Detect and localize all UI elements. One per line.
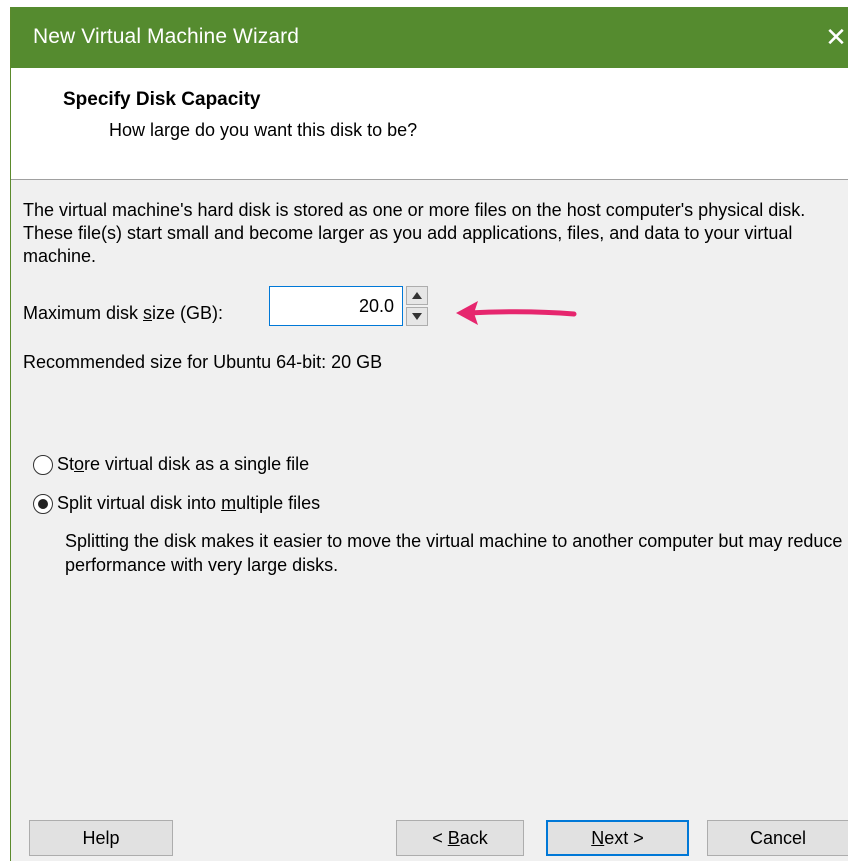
split-files-label-accel: m xyxy=(221,493,237,513)
single-file-radio[interactable] xyxy=(33,455,53,475)
split-files-label-post: ultiple files xyxy=(236,493,321,513)
recommended-size-text: Recommended size for Ubuntu 64-bit: 20 G… xyxy=(23,352,383,372)
split-files-radio[interactable] xyxy=(33,494,53,514)
back-label-accel: B xyxy=(447,828,460,848)
split-files-label: Split virtual disk into multiple files xyxy=(57,493,320,514)
back-label-post: ack xyxy=(459,828,488,848)
window-title: New Virtual Machine Wizard xyxy=(33,25,299,48)
disk-size-spinner xyxy=(406,286,428,326)
back-button[interactable]: < Back xyxy=(396,820,524,856)
max-disk-size-label: Maximum disk size (GB): xyxy=(23,303,223,324)
wizard-footer: Help < Back Next > Cancel xyxy=(11,800,848,861)
single-file-label: Store virtual disk as a single file xyxy=(57,454,309,475)
help-button[interactable]: Help xyxy=(29,820,173,856)
radio-selected-dot xyxy=(38,499,48,509)
arrow-left-annotation-icon xyxy=(456,301,577,325)
close-icon[interactable]: ✕ xyxy=(823,19,848,55)
max-disk-size-input[interactable] xyxy=(270,287,398,325)
wizard-window: New Virtual Machine Wizard ✕ Specify Dis… xyxy=(10,7,848,861)
spin-down-icon xyxy=(412,313,422,320)
spin-up-icon xyxy=(412,292,422,299)
split-note-text: Splitting the disk makes it easier to mo… xyxy=(65,531,843,575)
cancel-button[interactable]: Cancel xyxy=(707,820,848,856)
wizard-content: The virtual machine's hard disk is store… xyxy=(11,180,848,800)
single-file-label-pre: St xyxy=(57,454,75,474)
back-label-pre: < xyxy=(432,828,448,848)
max-disk-size-label-pre: Maximum disk xyxy=(23,303,144,323)
spin-up-button[interactable] xyxy=(406,286,428,305)
max-disk-size-label-accel: s xyxy=(143,303,153,323)
single-file-label-accel: o xyxy=(74,454,85,474)
page-title: Specify Disk Capacity xyxy=(63,89,261,110)
max-disk-size-field[interactable] xyxy=(269,286,403,326)
wizard-header: Specify Disk Capacity How large do you w… xyxy=(11,68,848,180)
max-disk-size-label-post: ize (GB): xyxy=(152,303,224,323)
title-bar: New Virtual Machine Wizard ✕ xyxy=(11,7,848,68)
spin-down-button[interactable] xyxy=(406,307,428,326)
next-label-post: ext > xyxy=(604,828,644,848)
page-subtitle: How large do you want this disk to be? xyxy=(109,120,418,140)
single-file-label-post: re virtual disk as a single file xyxy=(84,454,310,474)
next-label-accel: N xyxy=(591,828,605,848)
split-files-label-pre: Split virtual disk into xyxy=(57,493,222,513)
disk-description: The virtual machine's hard disk is store… xyxy=(23,200,806,266)
next-button[interactable]: Next > xyxy=(546,820,689,856)
